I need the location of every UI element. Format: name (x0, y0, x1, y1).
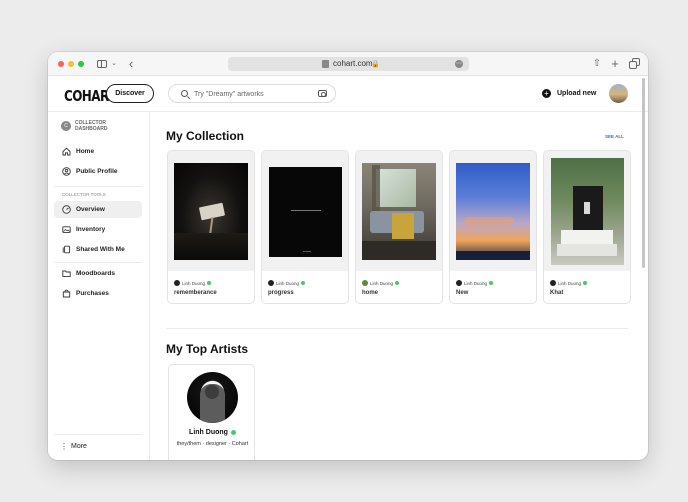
sidebar-divider (54, 262, 142, 263)
plus-icon: + (542, 88, 551, 98)
verified-icon (230, 430, 236, 435)
artist-name: Linh Duong (189, 429, 228, 436)
collector-dashboard-header: C COLLECTOR DASHBOARD (61, 120, 119, 132)
sidebar-item-label: Home (76, 148, 95, 155)
author-name: Linh Duong (276, 280, 300, 286)
search-input[interactable] (194, 87, 314, 101)
artwork-card[interactable]: Linh Duong rememberance (167, 150, 255, 304)
upload-new-label: Upload new (557, 89, 597, 97)
inventory-icon (62, 225, 71, 234)
artwork-image (269, 167, 342, 257)
more-icon[interactable]: ⋯ (455, 60, 463, 68)
address-url: cohart.com (333, 59, 373, 68)
author-name: Linh Duong (558, 280, 582, 286)
browser-window: ⌄ ‹ cohart.com 🔒 ⋯ ⇧ + COHART Discover +… (48, 52, 648, 460)
search-bar[interactable] (168, 84, 336, 103)
see-all-link[interactable]: SEE ALL (605, 134, 624, 139)
artwork-title: progress (268, 290, 294, 296)
new-tab-icon[interactable]: + (610, 57, 620, 71)
author-name: Linh Duong (182, 280, 206, 286)
more-menu-button[interactable]: ⋮ More (60, 442, 87, 451)
sidebar-item-label: Inventory (76, 226, 106, 233)
sidebar-item-home[interactable]: Home (54, 143, 142, 160)
section-title-my-collection: My Collection (166, 129, 245, 143)
artwork-title: home (362, 290, 379, 296)
lock-icon: 🔒 (371, 61, 380, 68)
verified-icon (489, 281, 494, 285)
sidebar-item-label: Shared With Me (76, 246, 125, 253)
artwork-title: rememberance (174, 290, 217, 296)
tabs-icon[interactable] (628, 57, 640, 71)
artwork-card[interactable]: Linh Duong New (449, 150, 537, 304)
scrollbar[interactable] (642, 78, 645, 268)
zoom-window-button[interactable] (78, 61, 84, 67)
sidebar-item-label: Moodboards (76, 270, 115, 277)
verified-icon (207, 281, 212, 285)
sidebar-item-label: Public Profile (76, 168, 118, 175)
artwork-card[interactable]: Linh Duong Khat (543, 150, 631, 304)
main-content: My Collection SEE ALL Linh Duong remembe… (151, 112, 640, 460)
sidebar-item-shared-with-me[interactable]: Shared With Me (54, 241, 142, 258)
profile-icon (62, 167, 71, 176)
bag-icon (62, 289, 71, 298)
folder-icon (62, 269, 71, 278)
collector-tools-label: COLLECTOR TOOLS (62, 192, 106, 197)
author-name: Linh Duong (370, 280, 394, 286)
author-avatar (362, 280, 368, 286)
artwork-title: Khat (550, 290, 564, 296)
section-title-my-top-artists: My Top Artists (166, 342, 249, 356)
minimize-window-button[interactable] (68, 61, 74, 67)
author-avatar (174, 280, 180, 286)
sidebar-item-moodboards[interactable]: Moodboards (54, 265, 142, 282)
app-header: COHART Discover + Upload new (48, 76, 648, 112)
collector-title-line2: DASHBOARD (75, 126, 108, 132)
artwork-image (456, 163, 530, 260)
author-avatar (456, 280, 462, 286)
sidebar-icon[interactable] (96, 57, 108, 71)
user-avatar[interactable] (609, 84, 628, 103)
artwork-card[interactable]: Linh Duong home (355, 150, 443, 304)
share-icon[interactable]: ⇧ (592, 57, 602, 71)
author-avatar (268, 280, 274, 286)
browser-toolbar: ⌄ ‹ cohart.com 🔒 ⋯ ⇧ + (48, 52, 648, 76)
section-divider (166, 328, 628, 329)
home-icon (62, 147, 71, 156)
sidebar-item-inventory[interactable]: Inventory (54, 221, 142, 238)
artwork-image (551, 158, 624, 265)
artist-avatar (187, 372, 238, 423)
shared-icon (62, 245, 71, 254)
back-arrow-icon[interactable]: ‹ (126, 57, 136, 71)
sidebar-divider (54, 434, 142, 435)
artist-bio: they/them · designer · Cohart (176, 441, 249, 447)
collector-badge-icon: C (61, 121, 71, 131)
author-name: Linh Duong (464, 280, 488, 286)
address-bar[interactable]: cohart.com 🔒 ⋯ (228, 57, 469, 71)
artwork-image (362, 163, 436, 260)
artist-card[interactable]: Linh Duong they/them · designer · Cohart (168, 364, 255, 460)
overview-icon (62, 205, 71, 214)
author-avatar (550, 280, 556, 286)
close-window-button[interactable] (58, 61, 64, 67)
camera-icon[interactable] (318, 90, 327, 97)
artwork-card[interactable]: Linh Duong progress (261, 150, 349, 304)
discover-button[interactable]: Discover (106, 84, 154, 103)
artwork-title: New (456, 290, 469, 296)
sidebar-divider (54, 186, 142, 187)
verified-icon (301, 281, 306, 285)
verified-icon (583, 281, 588, 285)
sidebar-item-label: Purchases (76, 290, 109, 297)
upload-new-button[interactable]: + Upload new (542, 86, 596, 100)
chevron-down-icon[interactable]: ⌄ (110, 57, 118, 71)
site-favicon-icon (322, 60, 329, 68)
search-icon (181, 90, 188, 97)
sidebar: C COLLECTOR DASHBOARD Home Public Profil… (48, 112, 150, 460)
sidebar-item-overview[interactable]: Overview (54, 201, 142, 218)
verified-icon (395, 281, 400, 285)
sidebar-item-public-profile[interactable]: Public Profile (54, 163, 142, 180)
vertical-dots-icon: ⋮ (60, 442, 68, 451)
artwork-image (174, 163, 248, 260)
sidebar-item-label: Overview (76, 206, 105, 213)
more-label: More (71, 443, 87, 450)
sidebar-item-purchases[interactable]: Purchases (54, 285, 142, 302)
